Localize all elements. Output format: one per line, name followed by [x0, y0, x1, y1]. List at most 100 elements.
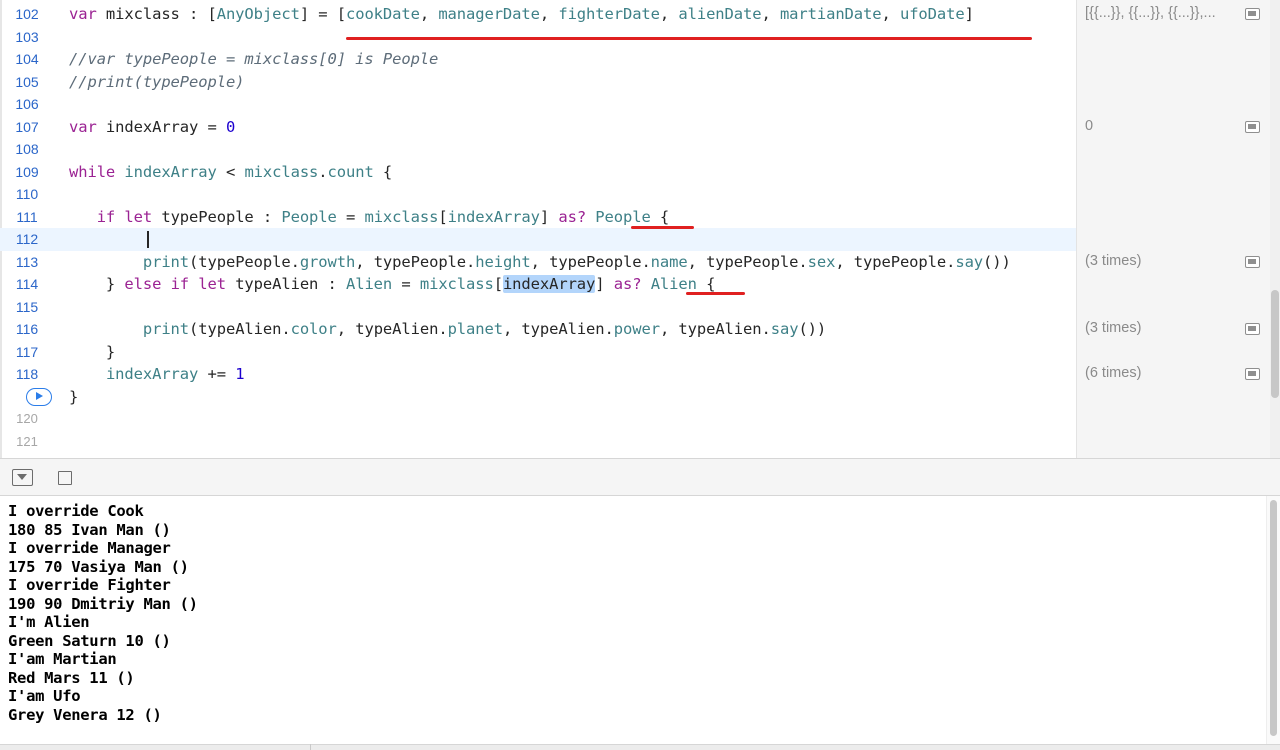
code-line[interactable]: 111 if let typePeople : People = mixclas… — [0, 206, 1076, 229]
code-token: = — [392, 275, 420, 293]
code-text[interactable]: //print(typePeople) — [69, 71, 245, 94]
console-scroll-thumb[interactable] — [1270, 500, 1277, 736]
code-token: //print(typePeople) — [69, 72, 245, 91]
code-line[interactable]: 118 indexArray += 1 — [0, 363, 1076, 386]
code-text[interactable]: while indexArray < mixclass.count { — [69, 161, 392, 184]
code-token: indexArray — [124, 162, 217, 181]
hide-debug-area-icon[interactable] — [12, 469, 33, 486]
quick-look-icon[interactable] — [1245, 323, 1260, 335]
code-line[interactable]: 106 — [0, 93, 1076, 116]
line-number: 106 — [15, 96, 39, 112]
code-token: } — [69, 342, 116, 361]
quick-look-icon[interactable] — [1245, 120, 1260, 133]
code-token: = — [336, 207, 365, 226]
code-token: , typePeople. — [530, 252, 651, 271]
code-token: { — [373, 162, 393, 181]
line-number: 115 — [15, 298, 39, 315]
code-token: += — [198, 365, 236, 383]
code-text[interactable]: if let typePeople : People = mixclass[in… — [69, 206, 670, 229]
console-line: Green Saturn 10 () — [8, 631, 171, 650]
console-line: I override Fighter — [8, 576, 171, 594]
code-token: planet — [447, 320, 504, 338]
console-line: I override Cook — [8, 502, 144, 520]
console-line: I'am Ufo — [8, 687, 81, 705]
code-line[interactable]: 116 print(typeAlien.color, typeAlien.pla… — [0, 318, 1076, 341]
code-line[interactable]: 114 } else if let typeAlien : Alien = mi… — [0, 273, 1076, 296]
code-text[interactable]: print(typeAlien.color, typeAlien.planet,… — [69, 318, 826, 341]
code-token: as? — [558, 207, 587, 226]
code-text[interactable]: //var typePeople = mixclass[0] is People — [69, 48, 438, 71]
console-area[interactable]: I override Cook 180 85 Ivan Man () I overr… — [0, 496, 1280, 744]
code-line[interactable]: 113 print(typePeople.growth, typePeople.… — [0, 251, 1076, 274]
code-token: height — [475, 252, 531, 271]
code-token: while — [69, 162, 116, 181]
code-line[interactable]: 109 while indexArray < mixclass.count { — [0, 161, 1076, 184]
code-token: mixclass : [ — [96, 5, 217, 23]
code-line[interactable]: 110 — [0, 183, 1076, 206]
code-line[interactable]: 117 } — [0, 341, 1076, 364]
line-number: 118 — [15, 366, 39, 382]
code-line[interactable]: 115 — [0, 296, 1076, 319]
code-token: , typeAlien. — [659, 320, 771, 338]
code-line[interactable]: 112 — [0, 228, 1076, 251]
code-token: ] — [964, 5, 974, 23]
quick-look-icon[interactable] — [1245, 255, 1260, 268]
code-text[interactable]: } else if let typeAlien : Alien = mixcla… — [69, 273, 715, 296]
code-token: martianDate — [779, 5, 882, 23]
run-button-icon[interactable] — [26, 387, 52, 406]
code-token: ] = [ — [299, 5, 346, 23]
code-token: , typeAlien. — [336, 320, 448, 338]
code-line[interactable]: 120 — [0, 408, 1076, 431]
code-token: , typePeople. — [835, 252, 956, 271]
line-number: 111 — [16, 208, 38, 225]
code-text[interactable]: } — [69, 386, 78, 409]
result-value: (3 times) — [1085, 320, 1142, 336]
result-value: 0 — [1085, 117, 1094, 134]
code-token: fighterDate — [558, 5, 660, 23]
code-token: . — [318, 162, 328, 181]
code-token: } — [69, 387, 79, 406]
editor-scroll-thumb[interactable] — [1271, 290, 1279, 398]
console-toggle-icon[interactable] — [58, 471, 72, 485]
code-token: , — [419, 5, 439, 23]
code-token: alienDate — [678, 5, 762, 23]
code-token: power — [613, 320, 660, 338]
code-token: People — [595, 207, 651, 226]
line-number: 121 — [16, 433, 38, 449]
quick-look-icon[interactable] — [1245, 368, 1260, 380]
line-number: 113 — [15, 253, 39, 270]
code-text[interactable]: print(typePeople.growth, typePeople.heig… — [69, 251, 1011, 274]
code-token: if let — [96, 207, 153, 226]
code-line[interactable]: 121 — [0, 431, 1076, 454]
line-number: 103 — [15, 28, 39, 45]
code-token: indexArray — [447, 207, 540, 226]
result-value: (6 times) — [1085, 365, 1142, 381]
results-sidebar: [{{...}}, {{...}}, {{...}},... 0 (3 times)… — [1076, 0, 1280, 458]
code-token: else if let — [124, 275, 226, 293]
code-editor[interactable]: 102 var mixclass : [AnyObject] = [cookDat… — [0, 0, 1280, 458]
code-token: mixclass — [244, 162, 319, 181]
console-line: 175 70 Vasiya Man () — [8, 557, 189, 576]
bottom-divider — [310, 744, 311, 750]
code-token: Alien — [650, 275, 697, 293]
code-token: , typeAlien. — [502, 320, 614, 338]
code-line[interactable]: } — [0, 386, 1076, 409]
code-text[interactable]: indexArray += 1 — [69, 363, 245, 386]
code-text[interactable]: var indexArray = 0 — [69, 116, 235, 139]
code-token: managerDate — [438, 5, 540, 23]
quick-look-icon[interactable] — [1245, 8, 1260, 20]
code-token: ()) — [983, 252, 1011, 271]
code-line[interactable]: 105 //print(typePeople) — [0, 71, 1076, 94]
code-line[interactable]: 102 var mixclass : [AnyObject] = [cookDat… — [0, 3, 1076, 26]
code-line[interactable]: 107 var indexArray = 0 — [0, 116, 1076, 139]
console-output: I override Cook 180 85 Ivan Man () I overr… — [8, 502, 198, 724]
code-line[interactable]: 108 — [0, 138, 1076, 161]
code-text[interactable]: } — [69, 341, 115, 364]
console-line: I'am Martian — [8, 650, 117, 668]
code-text[interactable]: var mixclass : [AnyObject] = [cookDate, … — [69, 3, 974, 26]
code-line[interactable]: 104 //var typePeople = mixclass[0] is Peo… — [0, 48, 1076, 71]
console-line: I'm Alien — [8, 613, 90, 631]
bottom-status-bar — [0, 744, 1280, 750]
